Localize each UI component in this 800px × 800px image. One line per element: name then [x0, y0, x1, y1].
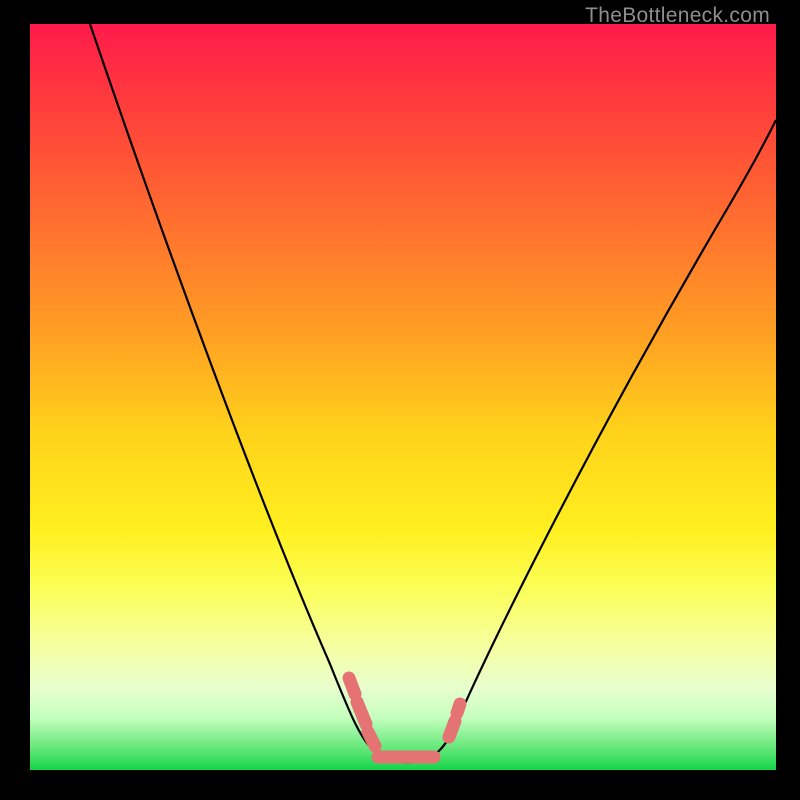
- right-curve-marker: [449, 721, 455, 737]
- chart-frame: TheBottleneck.com: [0, 0, 800, 800]
- left-curve-marker: [349, 678, 355, 694]
- watermark-text: TheBottleneck.com: [585, 4, 770, 28]
- left-curve-marker: [357, 702, 366, 724]
- left-curve-marker: [368, 732, 375, 746]
- bottleneck-curve: [90, 24, 776, 763]
- curve-overlay: [30, 24, 776, 770]
- plot-area: [30, 24, 776, 770]
- right-curve-marker: [457, 704, 460, 713]
